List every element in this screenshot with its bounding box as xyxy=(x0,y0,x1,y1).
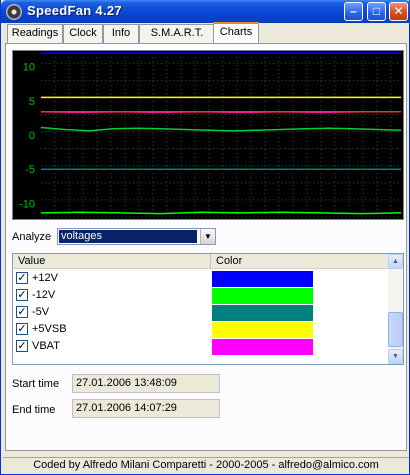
analyze-label: Analyze xyxy=(12,231,52,243)
scrollbar-thumb[interactable] xyxy=(388,312,403,347)
color-swatch[interactable] xyxy=(212,305,313,321)
window-title: SpeedFan 4.27 xyxy=(27,3,122,18)
y-tick-label: -10 xyxy=(19,198,35,210)
y-tick-label: -5 xyxy=(25,164,35,176)
y-tick-label: 5 xyxy=(29,96,35,108)
end-time-label: End time xyxy=(12,404,56,416)
tab-smart[interactable]: S.M.A.R.T. xyxy=(139,24,215,43)
maximize-button[interactable]: □ xyxy=(367,2,386,21)
tab-info[interactable]: Info xyxy=(103,24,139,43)
series-line-12v xyxy=(40,211,402,215)
voltage-chart: 10 5 0 -5 -10 xyxy=(12,50,404,220)
list-item[interactable]: ✓ +12V xyxy=(13,270,389,287)
fan-icon xyxy=(6,4,22,20)
list-item-label: +5VSB xyxy=(32,323,67,335)
list-item-label: -12V xyxy=(32,289,56,301)
checkbox[interactable]: ✓ xyxy=(16,323,28,335)
list-item-label: -5V xyxy=(32,306,50,318)
series-list: Value Color ✓ +12V ✓ -12V ✓ -5V ✓ +5VSB … xyxy=(12,253,404,365)
list-item[interactable]: ✓ -12V xyxy=(13,287,389,304)
checkbox[interactable]: ✓ xyxy=(16,306,28,318)
color-swatch[interactable] xyxy=(212,288,313,304)
checkbox[interactable]: ✓ xyxy=(16,272,28,284)
y-tick-label: 0 xyxy=(29,130,35,142)
chart-svg: 10 5 0 -5 -10 xyxy=(19,52,402,218)
speedfan-window: SpeedFan 4.27 – □ ✕ Readings Clock Info … xyxy=(0,0,410,475)
tab-clock[interactable]: Clock xyxy=(63,24,103,43)
list-item-label: +12V xyxy=(32,272,58,284)
minimize-button[interactable]: – xyxy=(344,2,363,21)
list-item[interactable]: ✓ -5V xyxy=(13,304,389,321)
column-header-color[interactable]: Color xyxy=(211,254,389,269)
end-time-value: 27.01.2006 14:07:29 xyxy=(72,399,220,418)
list-item-label: VBAT xyxy=(32,340,60,352)
color-swatch[interactable] xyxy=(212,271,313,287)
list-header: Value Color xyxy=(13,254,389,269)
analyze-dropdown[interactable]: voltages ▼ xyxy=(57,228,216,245)
title-bar[interactable]: SpeedFan 4.27 – □ ✕ xyxy=(1,0,410,23)
color-swatch[interactable] xyxy=(212,322,313,338)
checkbox[interactable]: ✓ xyxy=(16,340,28,352)
status-bar: Coded by Alfredo Milani Comparetti - 200… xyxy=(3,457,409,473)
column-header-value[interactable]: Value xyxy=(13,254,211,269)
analyze-selected-value: voltages xyxy=(59,230,197,243)
start-time-value: 27.01.2006 13:48:09 xyxy=(72,374,220,393)
scroll-down-icon[interactable]: ▼ xyxy=(388,349,403,364)
checkbox[interactable]: ✓ xyxy=(16,289,28,301)
list-item[interactable]: ✓ VBAT xyxy=(13,338,389,355)
tab-charts[interactable]: Charts xyxy=(213,22,259,43)
color-swatch[interactable] xyxy=(212,339,313,355)
y-tick-label: 10 xyxy=(23,62,35,74)
close-button[interactable]: ✕ xyxy=(389,2,408,21)
scroll-up-icon[interactable]: ▲ xyxy=(388,254,403,269)
start-time-label: Start time xyxy=(12,378,60,390)
chevron-down-icon[interactable]: ▼ xyxy=(200,229,215,244)
series-line-greenlow xyxy=(40,126,402,132)
tab-readings[interactable]: Readings xyxy=(7,24,63,43)
list-item[interactable]: ✓ +5VSB xyxy=(13,321,389,338)
vertical-scrollbar[interactable]: ▲ ▼ xyxy=(388,254,403,364)
